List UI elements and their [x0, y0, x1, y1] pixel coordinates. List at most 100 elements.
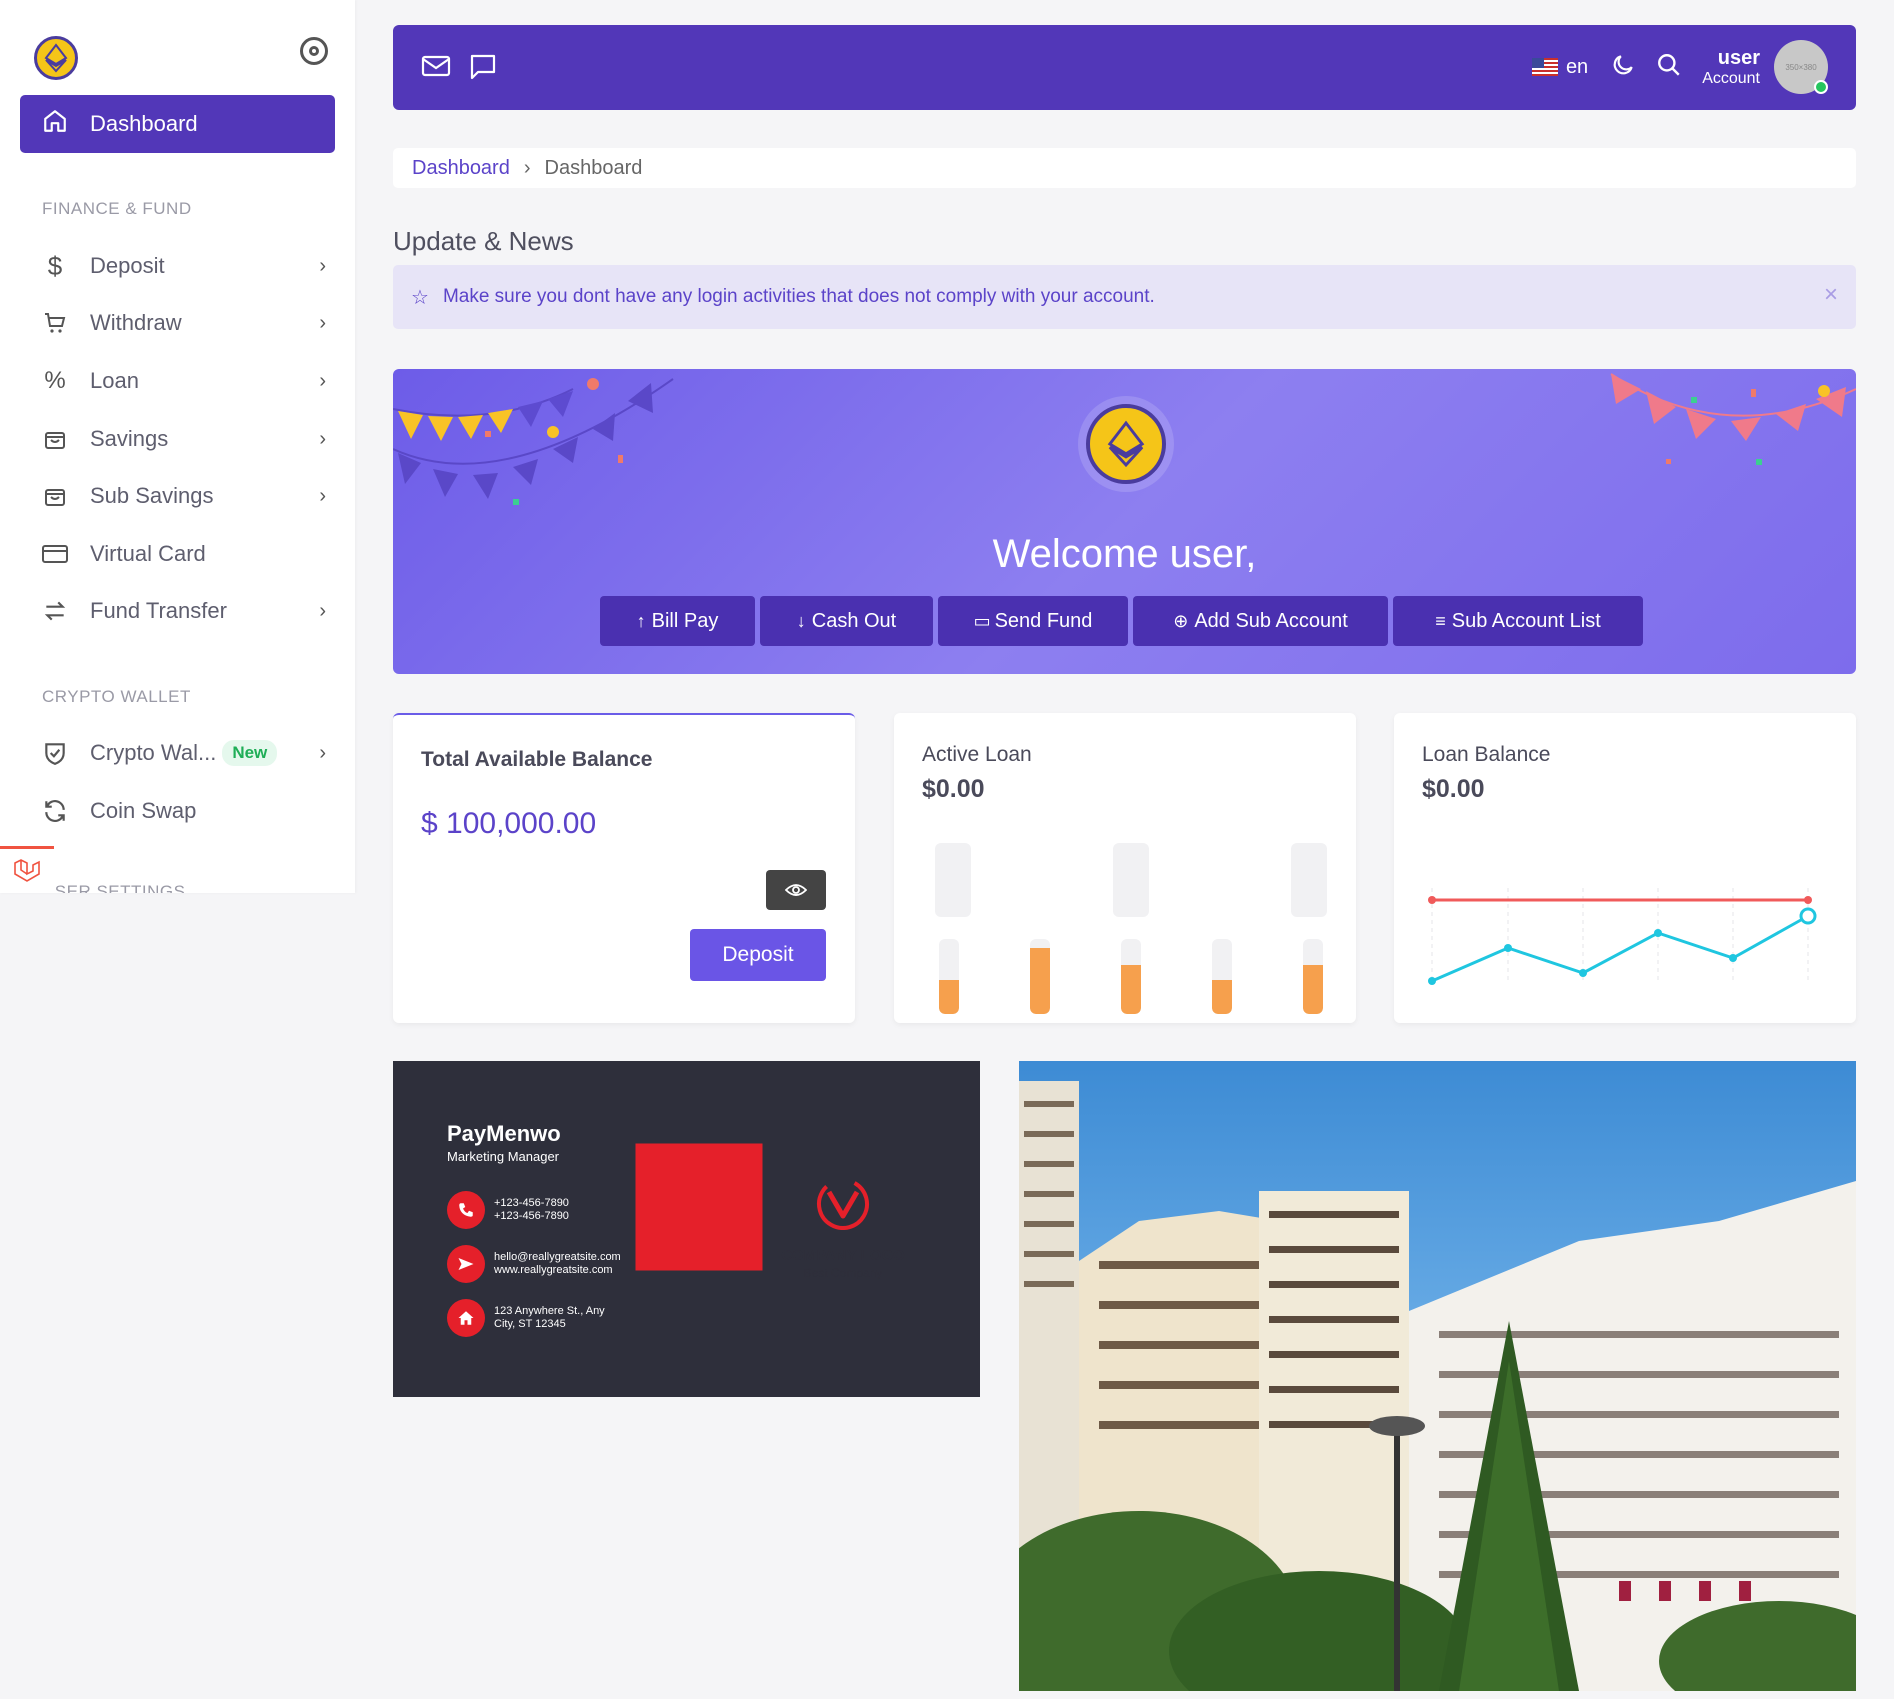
- chevron-right-icon: ›: [319, 255, 326, 277]
- sparkline-series-b: [1431, 914, 1809, 983]
- deposit-button[interactable]: Deposit: [690, 929, 826, 981]
- bc-phone-2: +123-456-7890: [494, 1210, 569, 1222]
- dollar-icon: $: [47, 250, 63, 281]
- active-loan-value: $0.00: [922, 775, 985, 803]
- star-icon: ☆: [411, 286, 429, 309]
- us-flag-icon[interactable]: [1531, 58, 1558, 76]
- sidebar-item-label: Savings: [90, 426, 169, 451]
- chart-bar: [1030, 939, 1050, 1014]
- sidebar-item-label: Deposit: [90, 253, 165, 278]
- laravel-icon[interactable]: [0, 846, 54, 893]
- cart-icon: [42, 310, 68, 336]
- chart-bar: [1212, 939, 1232, 1014]
- sidebar-item-virtual-card[interactable]: Virtual Card: [42, 534, 332, 574]
- avatar[interactable]: 350×380: [1774, 40, 1828, 94]
- bill-pay-button[interactable]: ↑ Bill Pay: [600, 596, 755, 646]
- sidebar-item-coin-swap[interactable]: Coin Swap: [42, 791, 332, 831]
- sidebar-item-loan[interactable]: % Loan ›: [42, 361, 332, 401]
- sidebar: Dashboard FINANCE & FUND $ Deposit › Wit…: [0, 0, 355, 893]
- business-card-banner[interactable]: PayMenwo Marketing Manager +123-456-7890…: [393, 1061, 980, 1397]
- app-logo[interactable]: [34, 36, 78, 80]
- chart-bar-track: [935, 843, 971, 917]
- send-icon: [447, 1245, 485, 1283]
- send-fund-button[interactable]: ▭ Send Fund: [938, 596, 1128, 646]
- bc-phone: +123-456-7890 +123-456-7890: [447, 1191, 569, 1229]
- chevron-right-icon: ›: [319, 370, 326, 392]
- sidebar-item-dashboard[interactable]: Dashboard: [20, 95, 335, 153]
- chart-bar-track: [1291, 843, 1327, 917]
- loan-balance-card: Loan Balance $0.00: [1394, 713, 1856, 1023]
- arrow-up-icon: ↑: [636, 610, 646, 631]
- chevron-right-icon: ›: [319, 485, 326, 507]
- active-loan-card: Active Loan $0.00: [894, 713, 1356, 1023]
- sidebar-item-savings[interactable]: Savings ›: [42, 419, 332, 459]
- bc-addr-1: 123 Anywhere St., Any: [494, 1305, 605, 1317]
- home-icon: [447, 1299, 485, 1337]
- bc-company-sub: Best Company: [803, 1266, 883, 1280]
- user-name: user: [1717, 46, 1760, 69]
- sidebar-item-label: Coin Swap: [90, 798, 197, 823]
- chevron-right-icon: ›: [319, 312, 326, 334]
- close-icon[interactable]: ×: [1824, 281, 1838, 309]
- sidebar-section-crypto: CRYPTO WALLET: [42, 687, 191, 706]
- sidebar-toggle-icon[interactable]: [300, 37, 328, 65]
- search-icon[interactable]: [1656, 52, 1682, 83]
- breadcrumb-current: Dashboard: [544, 156, 643, 179]
- sidebar-item-sub-savings[interactable]: Sub Savings ›: [42, 476, 332, 516]
- sidebar-item-fund-transfer[interactable]: Fund Transfer ›: [42, 591, 332, 631]
- chart-bar-track: [1113, 843, 1149, 917]
- sidebar-item-crypto-wallet[interactable]: Crypto Wal... New ›: [42, 733, 332, 773]
- transfer-icon: [42, 598, 68, 624]
- cash-out-button[interactable]: ↓ Cash Out: [760, 596, 933, 646]
- add-sub-account-button[interactable]: ⊕ Add Sub Account: [1133, 596, 1388, 646]
- sidebar-item-withdraw[interactable]: Withdraw ›: [42, 303, 332, 343]
- moon-icon[interactable]: [1610, 52, 1636, 83]
- user-sub: Account: [1702, 69, 1760, 87]
- bc-company: COMPANY LOGO: [781, 1247, 905, 1264]
- sidebar-item-label: Dashboard: [90, 111, 198, 136]
- bag-icon: [42, 426, 68, 452]
- bc-addr-2: City, ST 12345: [494, 1318, 566, 1330]
- shield-check-icon: [42, 740, 68, 766]
- topbar: en user Account 350×380: [393, 25, 1856, 110]
- buildings-photo[interactable]: [1019, 1061, 1856, 1691]
- welcome-banner: Welcome user, ↑ Bill Pay ↓ Cash Out ▭ Send …: [393, 369, 1856, 674]
- percent-icon: %: [44, 367, 66, 394]
- home-icon: [42, 108, 68, 140]
- balance-card: Total Available Balance $ 100,000.00 Dep…: [393, 713, 855, 1023]
- chat-icon[interactable]: [469, 53, 497, 86]
- loan-balance-title: Loan Balance: [1422, 743, 1551, 766]
- business-card-background: [393, 1061, 980, 1397]
- toggle-visibility-button[interactable]: [766, 870, 826, 910]
- mail-icon[interactable]: [421, 53, 451, 84]
- chart-bar: [1121, 939, 1141, 1014]
- arrow-down-icon: ↓: [796, 610, 806, 631]
- sub-account-list-button[interactable]: ≡ Sub Account List: [1393, 596, 1643, 646]
- sidebar-item-deposit[interactable]: $ Deposit ›: [42, 246, 332, 286]
- bc-role: Marketing Manager: [447, 1149, 559, 1164]
- active-loan-title: Active Loan: [922, 743, 1032, 766]
- balance-title: Total Available Balance: [421, 748, 653, 771]
- card-icon: [42, 541, 68, 567]
- sidebar-item-label: Withdraw: [90, 310, 182, 335]
- chart-bar: [939, 939, 959, 1014]
- news-title: Update & News: [393, 226, 574, 256]
- sidebar-item-label: Virtual Card: [90, 541, 206, 566]
- chevron-right-icon: ›: [319, 428, 326, 450]
- breadcrumb: Dashboard › Dashboard: [393, 148, 1856, 188]
- balance-value: $ 100,000.00: [421, 807, 597, 840]
- quick-actions: ↑ Bill Pay ↓ Cash Out ▭ Send Fund ⊕ Add Sub …: [600, 596, 1643, 646]
- breadcrumb-link[interactable]: Dashboard: [412, 157, 510, 180]
- eye-icon: [785, 884, 807, 896]
- loan-balance-value: $0.00: [1422, 775, 1485, 803]
- plus-circle-icon: ⊕: [1173, 610, 1189, 631]
- user-menu[interactable]: user Account: [1702, 47, 1760, 88]
- sidebar-item-label: Sub Savings: [90, 483, 214, 508]
- avatar-placeholder: 350×380: [1785, 62, 1817, 72]
- online-status-dot: [1814, 80, 1828, 94]
- sidebar-item-label: Fund Transfer: [90, 598, 227, 623]
- card-icon: ▭: [973, 610, 991, 631]
- news-alert: ☆ Make sure you dont have any login acti…: [393, 265, 1856, 329]
- language-select[interactable]: en: [1566, 56, 1588, 79]
- bc-email-text: hello@reallygreatsite.com: [494, 1251, 621, 1263]
